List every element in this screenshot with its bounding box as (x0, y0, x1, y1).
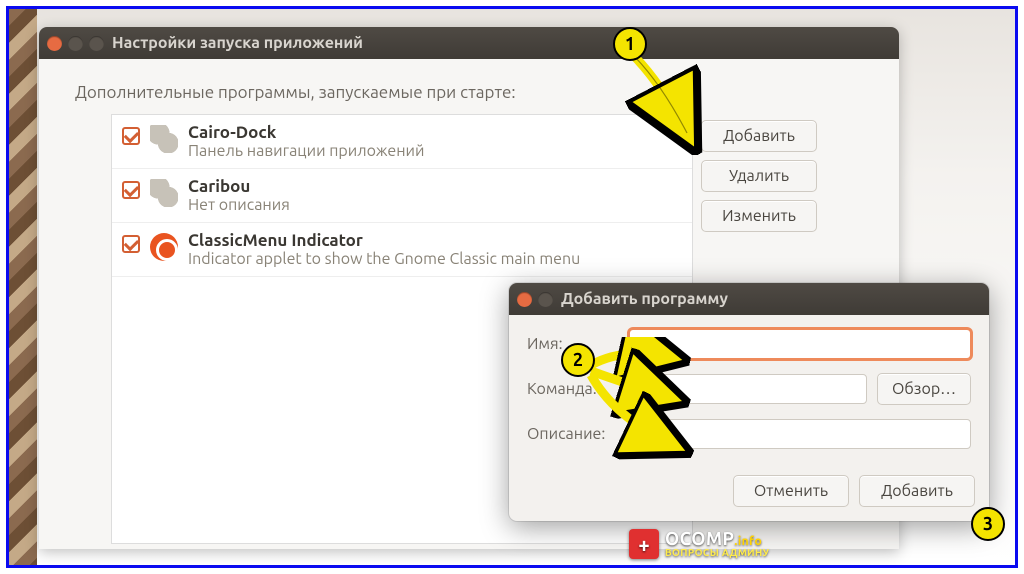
close-icon[interactable] (517, 292, 532, 307)
annotation-badge-2: 2 (561, 343, 595, 377)
watermark-domain: OCOMP.info (665, 530, 769, 548)
background-decoration (9, 9, 37, 565)
cancel-button[interactable]: Отменить (733, 475, 849, 507)
list-item-desc: Панель навигации приложений (188, 142, 424, 160)
ubuntu-icon (150, 233, 178, 261)
edit-button[interactable]: Изменить (701, 200, 817, 232)
command-label: Команда: (527, 380, 619, 398)
watermark-text: OCOMP.info ВОПРОСЫ АДМИНУ (665, 530, 769, 558)
list-item-text: Caribou Нет описания (188, 177, 290, 214)
watermark-domain-name: OCOMP (665, 529, 734, 549)
close-icon[interactable] (47, 36, 62, 51)
dialog-title: Добавить программу (561, 290, 728, 308)
add-button[interactable]: Добавить (701, 120, 817, 152)
form-row-description: Описание: (527, 419, 971, 449)
watermark: + OCOMP.info ВОПРОСЫ АДМИНУ (629, 529, 769, 559)
list-item[interactable]: Caribou Нет описания (112, 169, 692, 223)
add-program-dialog: Добавить программу Имя: Команда: Обзор… … (509, 283, 989, 521)
checkbox-icon[interactable] (122, 127, 140, 145)
plus-icon: + (638, 533, 649, 556)
dialog-titlebar: Добавить программу (509, 283, 989, 315)
gears-icon (150, 179, 178, 207)
list-item[interactable]: ClassicMenu Indicator Indicator applet t… (112, 223, 692, 277)
list-item[interactable]: Cairo-Dock Панель навигации приложений (112, 115, 692, 169)
dialog-add-button[interactable]: Добавить (859, 475, 975, 507)
watermark-badge: + (629, 529, 659, 559)
checkbox-icon[interactable] (122, 181, 140, 199)
checkbox-icon[interactable] (122, 235, 140, 253)
maximize-icon[interactable] (89, 36, 104, 51)
remove-button[interactable]: Удалить (701, 160, 817, 192)
list-item-title: ClassicMenu Indicator (188, 231, 580, 250)
startup-list-label: Дополнительные программы, запускаемые пр… (39, 59, 899, 114)
window-controls (47, 36, 104, 51)
description-input[interactable] (629, 419, 971, 449)
list-item-title: Caribou (188, 177, 290, 196)
gears-icon (150, 125, 178, 153)
dialog-buttons: Отменить Добавить (509, 467, 989, 521)
main-titlebar: Настройки запуска приложений (39, 27, 899, 59)
name-input[interactable] (629, 329, 971, 359)
annotation-badge-1: 1 (613, 27, 647, 61)
dialog-body: Имя: Команда: Обзор… Описание: (509, 315, 989, 467)
list-item-text: Cairo-Dock Панель навигации приложений (188, 123, 424, 160)
list-item-title: Cairo-Dock (188, 123, 424, 142)
main-window-title: Настройки запуска приложений (112, 34, 363, 52)
form-row-command: Команда: Обзор… (527, 373, 971, 405)
minimize-icon[interactable] (68, 36, 83, 51)
watermark-sub: ВОПРОСЫ АДМИНУ (665, 548, 769, 558)
maximize-icon[interactable] (538, 292, 553, 307)
list-item-desc: Нет описания (188, 196, 290, 214)
annotation-badge-3: 3 (971, 507, 1005, 541)
description-label: Описание: (527, 425, 619, 443)
dialog-window-controls (517, 292, 553, 307)
browse-button[interactable]: Обзор… (877, 373, 971, 405)
outer-frame: Настройки запуска приложений Дополнитель… (6, 6, 1018, 568)
list-item-text: ClassicMenu Indicator Indicator applet t… (188, 231, 580, 268)
list-item-desc: Indicator applet to show the Gnome Class… (188, 250, 580, 268)
action-buttons: Добавить Удалить Изменить (701, 120, 817, 232)
command-input[interactable] (629, 374, 867, 404)
